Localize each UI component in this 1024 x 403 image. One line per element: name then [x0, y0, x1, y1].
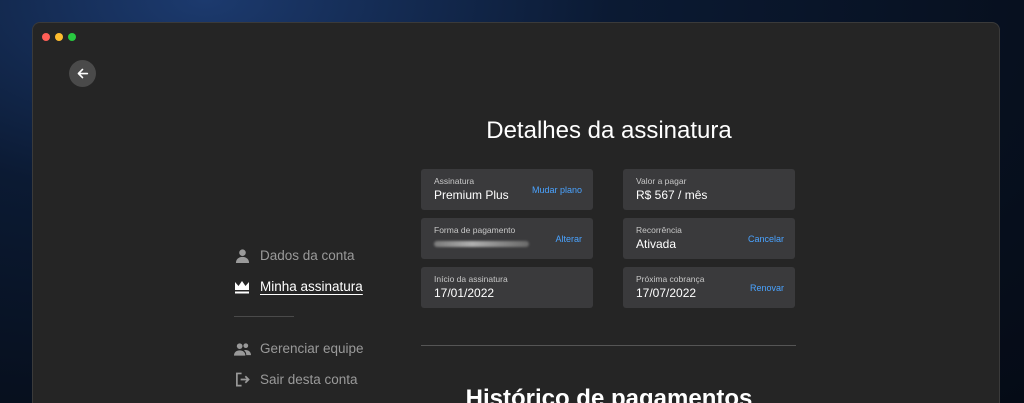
- card-value: 17/01/2022: [434, 286, 495, 300]
- team-icon: [233, 340, 251, 358]
- user-icon: [233, 247, 251, 265]
- crown-icon: [233, 278, 251, 296]
- zoom-window-button[interactable]: [68, 33, 76, 41]
- next-charge-card: Próxima cobrança 17/07/2022 Renovar: [623, 267, 795, 308]
- sidebar-item-label: Minha assinatura: [260, 279, 363, 294]
- window-controls: [42, 33, 76, 41]
- change-payment-link[interactable]: Alterar: [555, 234, 582, 244]
- section-divider: [421, 345, 796, 346]
- start-date-card: Início da assinatura 17/01/2022: [421, 267, 593, 308]
- sidebar-menu: Dados da conta Minha assinatura Gerencia…: [233, 240, 383, 395]
- page-title: Detalhes da assinatura: [486, 117, 732, 144]
- sidebar-item-manage-team[interactable]: Gerenciar equipe: [233, 333, 383, 364]
- renew-link[interactable]: Renovar: [750, 283, 784, 293]
- sidebar-divider: [234, 316, 294, 317]
- sidebar-item-label: Dados da conta: [260, 248, 355, 263]
- close-window-button[interactable]: [42, 33, 50, 41]
- amount-card: Valor a pagar R$ 567 / mês: [623, 169, 795, 210]
- sidebar-item-account-data[interactable]: Dados da conta: [233, 240, 383, 271]
- card-label: Início da assinatura: [434, 274, 508, 284]
- back-button[interactable]: [69, 60, 96, 87]
- sidebar-item-my-subscription[interactable]: Minha assinatura: [233, 271, 383, 302]
- sidebar-item-label: Sair desta conta: [260, 372, 358, 387]
- payment-method-card: Forma de pagamento Alterar: [421, 218, 593, 259]
- subscription-card: Assinatura Premium Plus Mudar plano: [421, 169, 593, 210]
- redacted-payment-value: [434, 241, 529, 247]
- sidebar-item-logout[interactable]: Sair desta conta: [233, 364, 383, 395]
- minimize-window-button[interactable]: [55, 33, 63, 41]
- recurrence-card: Recorrência Ativada Cancelar: [623, 218, 795, 259]
- logout-icon: [233, 371, 251, 389]
- cancel-recurrence-link[interactable]: Cancelar: [748, 234, 784, 244]
- payment-history-title: Histórico de pagamentos: [465, 385, 753, 403]
- sidebar-item-label: Gerenciar equipe: [260, 341, 364, 356]
- card-value: R$ 567 / mês: [636, 188, 708, 202]
- card-label: Valor a pagar: [636, 176, 687, 186]
- change-plan-link[interactable]: Mudar plano: [532, 185, 582, 195]
- arrow-left-icon: [77, 68, 89, 79]
- app-window: Dados da conta Minha assinatura Gerencia…: [32, 22, 1000, 403]
